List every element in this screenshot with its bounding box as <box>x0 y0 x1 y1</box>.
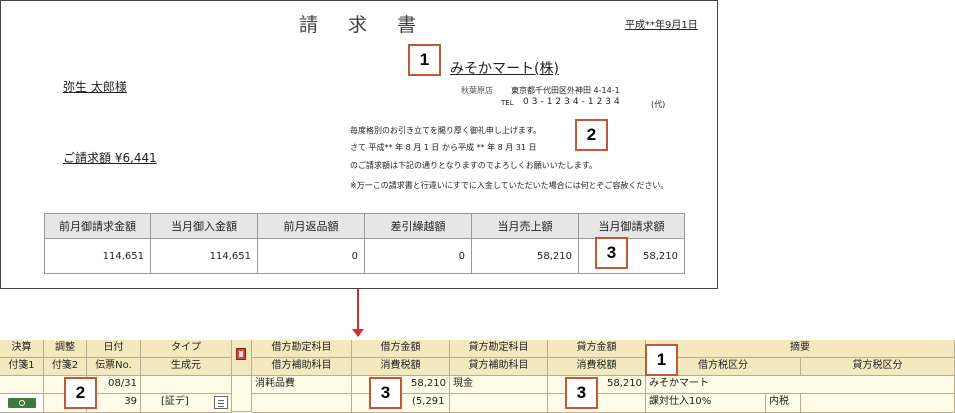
summary-value: 114,651 <box>44 238 151 274</box>
col-header-date[interactable]: 日付 <box>87 340 141 358</box>
col-header-credit-amount[interactable]: 貸方金額 <box>548 340 646 358</box>
callout-badge-3-grid: 3 <box>369 377 402 409</box>
col-header-credit-account[interactable]: 貸方勘定科目 <box>450 340 548 358</box>
col-header-tag1[interactable]: 付箋1 <box>0 358 44 376</box>
slip-icon[interactable] <box>214 396 228 409</box>
col-header-type[interactable]: タイプ <box>141 340 232 358</box>
arrow-down-icon <box>352 329 364 337</box>
invoice-message: 毎度格別のお引き立てを賜り厚く御礼申し上げます。 <box>350 126 542 135</box>
summary-header: 当月御入金額 <box>150 213 258 239</box>
col-header-credit-tax[interactable]: 消費税額 <box>548 358 646 376</box>
col-header-tag2[interactable]: 付箋2 <box>44 358 87 376</box>
invoice-date: 平成**年9月1日 <box>625 20 698 31</box>
vendor-address: 東京都千代田区外神田 4-14-1 <box>511 86 620 95</box>
callout-badge-3-grid-credit: 3 <box>565 377 598 409</box>
callout-badge-1: 1 <box>408 44 441 76</box>
invoice-message: のご請求額は下記の通りとなりますのでよろしくお願いいたします。 <box>350 161 597 170</box>
cell-summary[interactable]: みそかマート <box>646 376 955 394</box>
col-header-kessan[interactable]: 決算 <box>0 340 44 358</box>
col-header-chosei[interactable]: 調整 <box>44 340 87 358</box>
invoice-document: 請 求 書 平成**年9月1日 みそかマート(株) 秋葉原店 東京都千代田区外神… <box>0 0 718 289</box>
summary-header: 当月売上額 <box>471 213 579 239</box>
cell-debit-account[interactable]: 消耗品費 <box>252 376 352 394</box>
invoice-message: ※万一この請求書と行違いにすでに入金していただいた場合には何とぞご容赦ください。 <box>350 181 669 190</box>
cell-attachment[interactable] <box>232 376 252 412</box>
summary-value: 114,651 <box>150 238 258 274</box>
summary-header: 前月返品額 <box>257 213 365 239</box>
cell-debit-tax-cat[interactable]: 課対仕入10% <box>646 394 766 413</box>
invoice-title: 請 求 書 <box>299 14 429 36</box>
col-header-debit-account[interactable]: 借方勘定科目 <box>252 340 352 358</box>
invoice-message: さて 平成** 年 8 月 1 日 から平成 ** 年 8 月 31 日 <box>350 143 537 152</box>
col-header-summary[interactable]: 摘要 <box>646 340 955 358</box>
cell-credit-tax-cat[interactable] <box>801 394 955 413</box>
toggle-switch[interactable] <box>8 398 36 408</box>
cell-credit-account[interactable]: 現金 <box>450 376 548 394</box>
book-icon[interactable] <box>236 348 246 360</box>
callout-badge-3: 3 <box>595 237 628 269</box>
vendor-tel-suffix: (代) <box>651 100 666 109</box>
summary-header: 前月御請求金額 <box>44 213 151 239</box>
summary-header: 当月御請求額 <box>578 213 685 239</box>
arrow-line <box>357 289 359 331</box>
vendor-branch: 秋葉原店 <box>461 86 493 95</box>
billing-amount: ご請求額 ¥6,441 <box>63 151 157 165</box>
customer-name: 弥生 太郎様 <box>63 80 127 94</box>
summary-value: 58,210 <box>471 238 579 274</box>
summary-value: 0 <box>257 238 365 274</box>
col-header-debit-amount[interactable]: 借方金額 <box>352 340 450 358</box>
summary-header: 差引繰越額 <box>364 213 472 239</box>
col-header-credit-tax-cat[interactable]: 貸方税区分 <box>801 358 955 376</box>
summary-value: 0 <box>364 238 472 274</box>
journal-entry-grid: 決算 調整 日付 タイプ 借方勘定科目 借方金額 貸方勘定科目 貸方金額 摘要 … <box>0 340 955 413</box>
callout-badge-1-grid: 1 <box>645 344 678 376</box>
vendor-name: みそかマート(株) <box>450 61 559 77</box>
cell-tax-type[interactable]: 内税 <box>766 394 801 413</box>
cell-tag1[interactable] <box>0 394 44 413</box>
col-header-slip-no[interactable]: 伝票No. <box>87 358 141 376</box>
vendor-tel-label: TEL <box>501 99 514 107</box>
col-header-credit-sub[interactable]: 貸方補助科目 <box>450 358 548 376</box>
callout-badge-2: 2 <box>575 119 608 151</box>
cell-credit-sub[interactable] <box>450 394 548 413</box>
col-header-debit-sub[interactable]: 借方補助科目 <box>252 358 352 376</box>
vendor-tel: 03-1234-1234 <box>523 97 623 107</box>
col-header-origin[interactable]: 生成元 <box>141 358 232 376</box>
cell-type[interactable] <box>141 376 232 394</box>
invoice-summary-table: 前月御請求金額 当月御入金額 前月返品額 差引繰越額 当月売上額 当月御請求額 … <box>44 213 685 274</box>
callout-badge-2-grid: 2 <box>64 377 97 409</box>
cell-kessan[interactable] <box>0 376 44 394</box>
cell-debit-sub[interactable] <box>252 394 352 413</box>
col-header-debit-tax[interactable]: 消費税額 <box>352 358 450 376</box>
